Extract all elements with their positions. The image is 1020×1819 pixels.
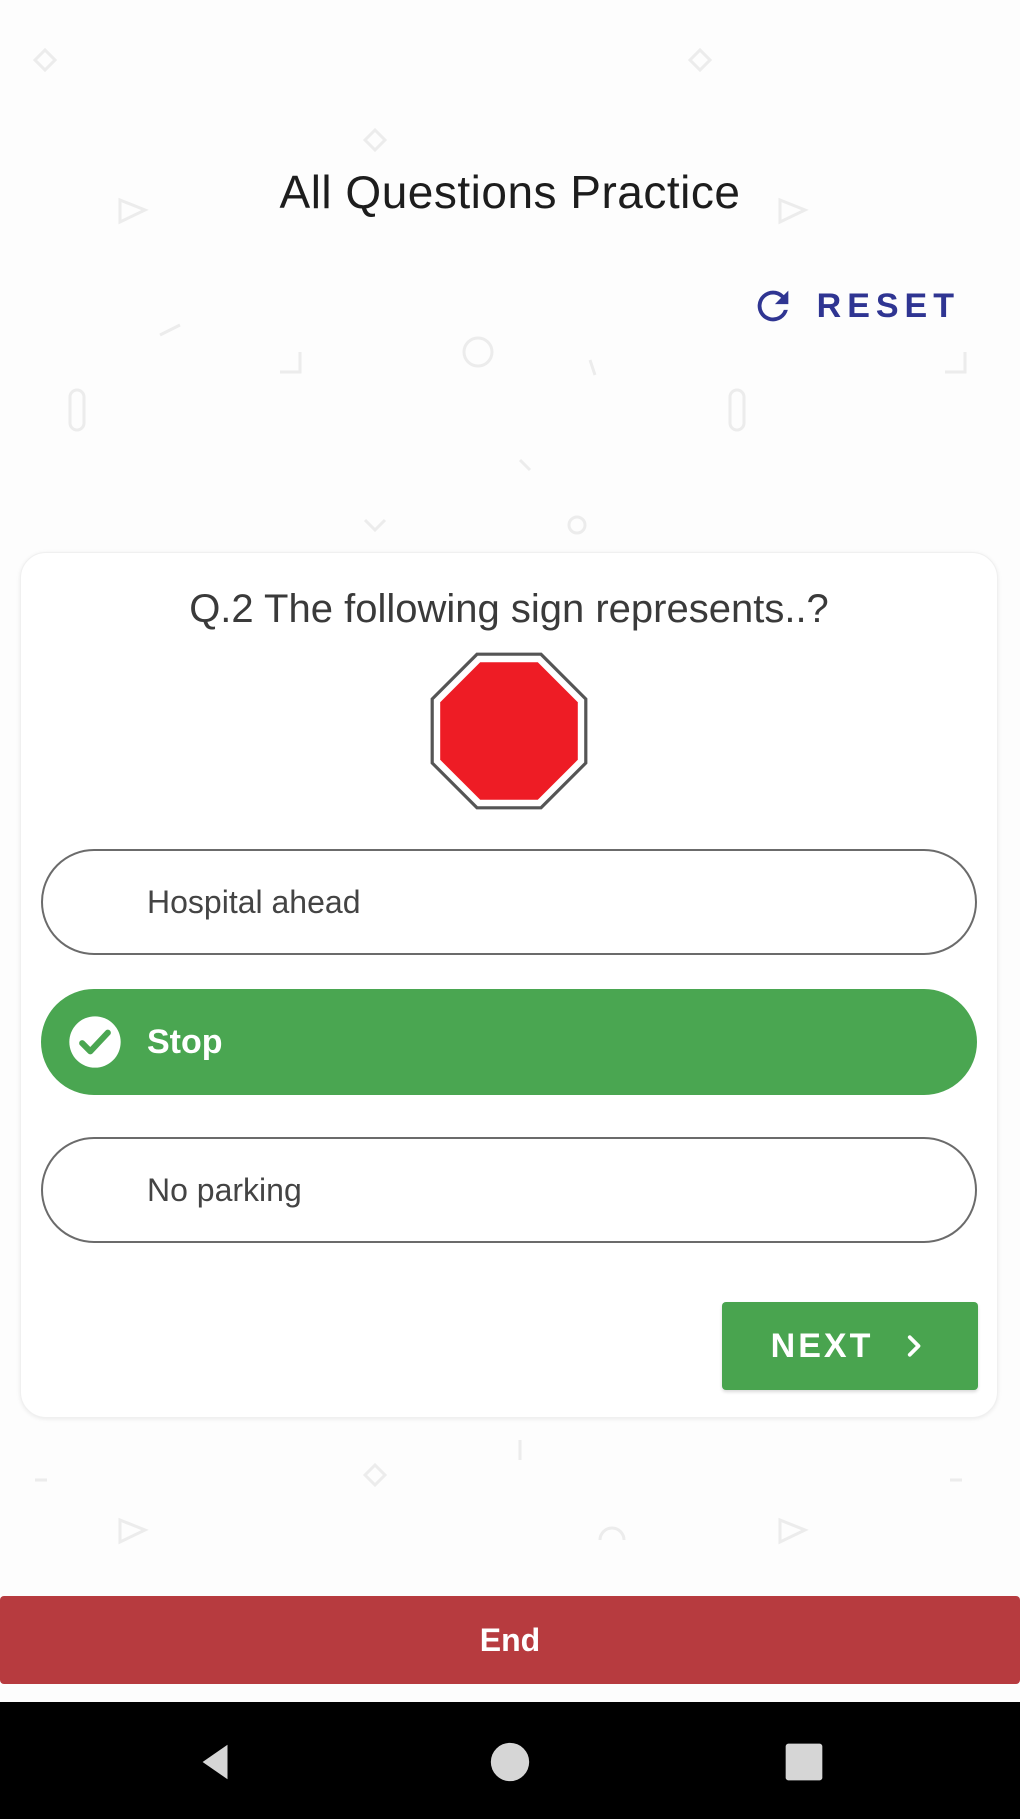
option-no-parking[interactable]: No parking [41,1137,977,1243]
check-circle-icon [69,1016,121,1068]
next-button[interactable]: NEXT [722,1302,978,1390]
reset-label: RESET [816,286,960,325]
question-card: Q.2 The following sign represents..? Hos… [20,552,998,1418]
recents-icon[interactable] [774,1732,834,1792]
option-stop[interactable]: Stop [41,989,977,1095]
app-screen: All Questions Practice RESET Q.2 The fol… [0,0,1020,1819]
option-hospital-ahead[interactable]: Hospital ahead [41,849,977,955]
stop-sign-image [430,652,588,810]
option-label: Hospital ahead [147,883,361,920]
system-navigation-bar [0,1702,1020,1819]
next-label: NEXT [770,1326,874,1365]
option-label: No parking [147,1171,302,1208]
chevron-right-icon [908,1335,921,1357]
refresh-icon [749,282,797,330]
home-icon[interactable] [480,1732,540,1792]
reset-button[interactable]: RESET [749,278,960,334]
option-label: Stop [147,1022,223,1061]
end-button[interactable]: End [0,1596,1020,1684]
question-text: Q.2 The following sign represents..? [189,587,829,631]
back-icon[interactable] [186,1732,246,1792]
page-title: All Questions Practice [279,166,741,218]
